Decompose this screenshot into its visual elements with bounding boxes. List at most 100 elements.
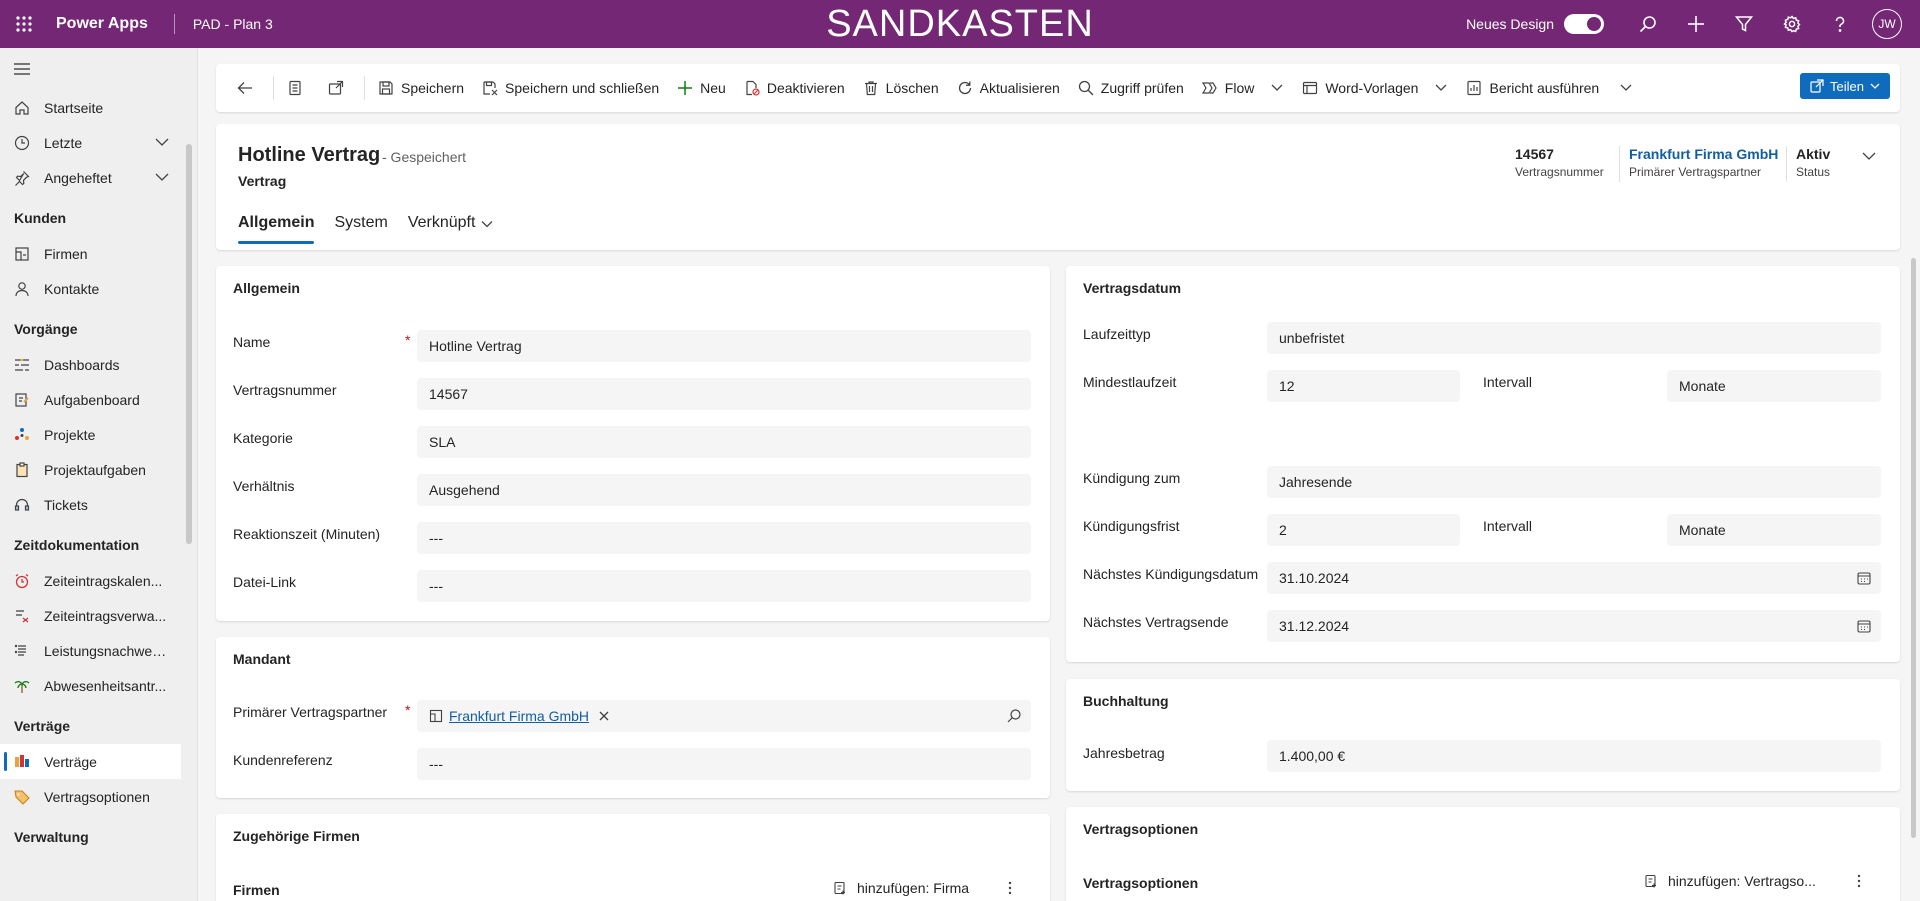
chevron-down-icon bbox=[1870, 81, 1880, 91]
sidebar-group-title: Verwaltung bbox=[14, 829, 89, 845]
jahresbetrag-field[interactable]: 1.400,00 € bbox=[1267, 740, 1881, 772]
kuendigung-zum-field[interactable]: Jahresende bbox=[1267, 466, 1881, 498]
kategorie-field[interactable]: SLA bbox=[417, 426, 1031, 458]
chevron-down-icon[interactable] bbox=[155, 170, 169, 184]
sidebar-item-angeheftet[interactable]: Angeheftet bbox=[0, 160, 181, 195]
sidebar-item-firmen[interactable]: Firmen bbox=[0, 236, 181, 271]
sidebar-item-label: Zeiteintragskalen... bbox=[44, 572, 163, 589]
header-field-value[interactable]: Frankfurt Firma GmbH bbox=[1629, 146, 1778, 162]
sidebar-item-label: Tickets bbox=[44, 496, 88, 513]
help-icon[interactable] bbox=[1816, 0, 1864, 48]
save-close-button[interactable]: Speichern und schließen bbox=[473, 72, 668, 104]
tab-verknuepft[interactable]: Verknüpft bbox=[408, 210, 494, 248]
add-firma-button[interactable]: hinzufügen: Firma bbox=[833, 880, 969, 896]
sidebar-item-zeiteintragsverwaltung[interactable]: Zeiteintragsverwa... bbox=[0, 598, 181, 633]
mindestlaufzeit-field[interactable]: 12 bbox=[1267, 370, 1460, 402]
form-selector-button[interactable] bbox=[278, 72, 319, 104]
sidebar-item-leistungsnachweise[interactable]: Leistungsnachweise bbox=[0, 633, 181, 668]
search-icon[interactable] bbox=[1624, 0, 1672, 48]
chevron-down-icon[interactable] bbox=[155, 135, 169, 149]
sidebar-item-startseite[interactable]: Startseite bbox=[0, 90, 181, 125]
save-label: Speichern bbox=[401, 80, 465, 96]
section-title: Buchhaltung bbox=[1083, 693, 1169, 709]
field-label-vertragsnummer: Vertragsnummer bbox=[233, 382, 337, 398]
reaktionszeit-field[interactable]: --- bbox=[417, 522, 1031, 554]
sidebar-scrollbar[interactable] bbox=[186, 144, 192, 544]
sidebar-item-aufgabenboard[interactable]: Aufgabenboard bbox=[0, 382, 181, 417]
field-label-intervall: Intervall bbox=[1483, 374, 1533, 390]
save-button[interactable]: Speichern bbox=[369, 72, 473, 104]
kuendigungsfrist-field[interactable]: 2 bbox=[1267, 514, 1460, 546]
laufzeittyp-field[interactable]: unbefristet bbox=[1267, 322, 1881, 354]
filter-icon[interactable] bbox=[1720, 0, 1768, 48]
app-launcher-icon[interactable] bbox=[0, 0, 48, 48]
new-design-toggle[interactable] bbox=[1564, 14, 1604, 34]
vertragsnummer-field[interactable]: 14567 bbox=[417, 378, 1031, 410]
environment-name[interactable]: PAD - Plan 3 bbox=[193, 16, 273, 32]
run-report-button[interactable]: Bericht ausführen bbox=[1457, 72, 1642, 104]
sidebar-item-letzte[interactable]: Letzte bbox=[0, 125, 181, 160]
word-templates-button[interactable]: Word-Vorlagen bbox=[1293, 72, 1457, 104]
header-field-primary-partner[interactable]: Frankfurt Firma GmbH Primärer Vertragspa… bbox=[1629, 146, 1778, 179]
tab-allgemein[interactable]: Allgemein bbox=[238, 210, 315, 248]
chevron-down-icon[interactable] bbox=[1861, 148, 1877, 164]
lookup-chip[interactable]: Frankfurt Firma GmbH bbox=[429, 700, 609, 732]
sidebar-item-dashboards[interactable]: Dashboards bbox=[0, 347, 181, 382]
next-vertragsende-field[interactable]: 31.12.2024 bbox=[1267, 610, 1881, 642]
name-field[interactable]: Hotline Vertrag bbox=[417, 330, 1031, 362]
entity-name: Vertrag bbox=[238, 173, 287, 189]
sidebar-item-kontakte[interactable]: Kontakte bbox=[0, 271, 181, 306]
sidebar-item-projektaufgaben[interactable]: Projektaufgaben bbox=[0, 452, 181, 487]
sidebar-item-projekte[interactable]: Projekte bbox=[0, 417, 181, 452]
close-icon[interactable] bbox=[599, 711, 609, 721]
search-icon[interactable] bbox=[1007, 709, 1021, 723]
datei-link-field[interactable]: --- bbox=[417, 570, 1031, 602]
required-marker: * bbox=[405, 332, 411, 348]
field-label-primary-partner: Primärer Vertragspartner bbox=[233, 704, 388, 720]
sidebar-item-tickets[interactable]: Tickets bbox=[0, 487, 181, 522]
section-allgemein: Allgemein Name * Hotline Vertrag Vertrag… bbox=[216, 266, 1050, 621]
sidebar-item-label: Abwesenheitsantr... bbox=[44, 677, 167, 694]
calendar-icon[interactable] bbox=[1857, 571, 1871, 585]
intervall-field-2[interactable]: Monate bbox=[1667, 514, 1881, 546]
sidebar-item-zeiteintragskalender[interactable]: Zeiteintragskalen... bbox=[0, 563, 181, 598]
dashboard-icon bbox=[14, 357, 30, 373]
header-field-label: Primärer Vertragspartner bbox=[1629, 165, 1762, 179]
refresh-button[interactable]: Aktualisieren bbox=[948, 72, 1069, 104]
calendar-icon[interactable] bbox=[1857, 619, 1871, 633]
avatar[interactable]: JW bbox=[1872, 9, 1902, 39]
intervall-field[interactable]: Monate bbox=[1667, 370, 1881, 402]
sidebar-item-vertraege[interactable]: Verträge bbox=[0, 744, 181, 779]
next-kuendigungsdatum-field[interactable]: 31.10.2024 bbox=[1267, 562, 1881, 594]
plus-icon[interactable] bbox=[1672, 0, 1720, 48]
more-options-icon[interactable] bbox=[1002, 880, 1018, 896]
hamburger-icon[interactable] bbox=[0, 48, 197, 90]
flow-button[interactable]: Flow bbox=[1193, 72, 1294, 104]
sidebar-item-vertragsoptionen[interactable]: Vertragsoptionen bbox=[0, 779, 181, 814]
person-icon bbox=[14, 281, 30, 297]
tab-system[interactable]: System bbox=[334, 210, 387, 248]
add-vertragsoption-label: hinzufügen: Vertragso... bbox=[1668, 873, 1816, 889]
main-scrollbar[interactable] bbox=[1911, 258, 1916, 838]
app-name[interactable]: Power Apps bbox=[56, 15, 148, 33]
primary-partner-lookup[interactable]: Frankfurt Firma GmbH bbox=[417, 700, 1031, 732]
verhaeltnis-field[interactable]: Ausgehend bbox=[417, 474, 1031, 506]
share-button[interactable]: Teilen bbox=[1800, 73, 1890, 99]
customer-reference-field[interactable]: --- bbox=[417, 748, 1031, 780]
deactivate-button[interactable]: Deaktivieren bbox=[735, 72, 854, 104]
check-access-button[interactable]: Zugriff prüfen bbox=[1069, 72, 1193, 104]
clock-icon bbox=[14, 135, 30, 151]
header-field-label: Vertragsnummer bbox=[1515, 165, 1604, 179]
open-new-window-button[interactable] bbox=[319, 72, 360, 104]
delete-button[interactable]: Löschen bbox=[854, 72, 948, 104]
search-icon bbox=[1078, 80, 1094, 96]
more-options-icon[interactable] bbox=[1851, 873, 1867, 889]
gear-icon[interactable] bbox=[1768, 0, 1816, 48]
new-button[interactable]: Neu bbox=[668, 72, 735, 104]
check-access-label: Zugriff prüfen bbox=[1100, 80, 1184, 96]
lookup-value[interactable]: Frankfurt Firma GmbH bbox=[449, 700, 589, 732]
sidebar-item-abwesenheitsantraege[interactable]: Abwesenheitsantr... bbox=[0, 668, 181, 703]
open-external-icon bbox=[328, 80, 344, 96]
back-button[interactable] bbox=[228, 72, 269, 104]
add-vertragsoption-button[interactable]: hinzufügen: Vertragso... bbox=[1644, 873, 1816, 889]
